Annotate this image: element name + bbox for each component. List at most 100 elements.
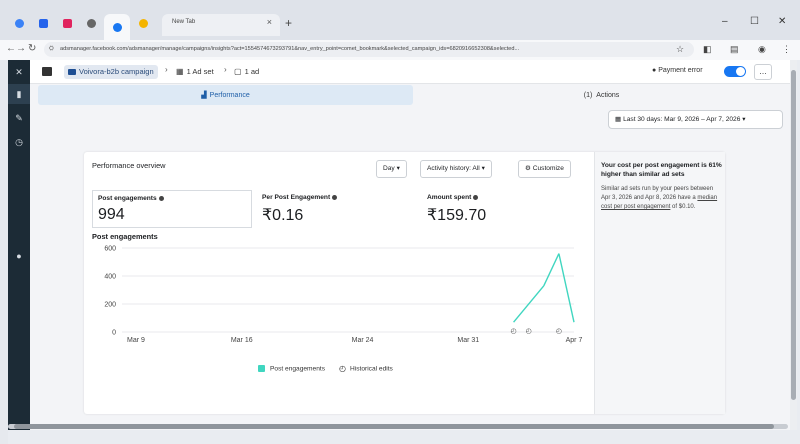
calendar-icon: ▦ — [615, 116, 622, 123]
breadcrumb-adset[interactable]: ▦ 1 Ad set — [176, 65, 214, 79]
payment-status-label: Payment error — [658, 67, 703, 74]
browser-tab[interactable] — [56, 15, 78, 32]
adset-label: 1 Ad set — [186, 67, 214, 76]
ads-manager-main: Voivora-b2b campaign › ▦ 1 Ad set › ▢ 1 … — [30, 60, 790, 430]
payment-status[interactable]: ● Payment error — [652, 67, 703, 74]
adset-grid-icon: ▦ — [176, 67, 184, 76]
site-info-icon[interactable]: ⛭ — [49, 42, 54, 57]
historical-edit-icon: ◴ — [339, 364, 346, 373]
chart-icon[interactable]: ▮ — [8, 84, 30, 104]
legend-item-historical[interactable]: ◴ Historical edits — [339, 364, 393, 373]
globe-icon — [14, 19, 24, 28]
maximize-icon[interactable]: ☐ — [750, 16, 759, 27]
star-icon[interactable]: ☆ — [676, 44, 684, 55]
scroll-thumb[interactable] — [791, 70, 796, 400]
date-range-label: Last 30 days: Mar 9, 2026 – Apr 7, 2026 — [623, 116, 741, 123]
historical-edit-marker: ◴ — [511, 328, 517, 335]
edit-icon[interactable]: ✎ — [8, 108, 30, 128]
date-range-picker[interactable]: ▦ Last 30 days: Mar 9, 2026 – Apr 7, 202… — [608, 110, 783, 129]
settings-icon — [86, 19, 96, 28]
view-tabs: ▟ Performance (1) Actions — [38, 85, 790, 105]
close-window-icon[interactable]: ✕ — [778, 16, 786, 27]
calendar-icon — [38, 19, 48, 28]
benchmark-panel: Your cost per post engagement is 61% hig… — [594, 152, 725, 414]
close-tab-icon[interactable]: × — [267, 17, 272, 27]
sidepanel-icon[interactable]: ▤ — [730, 44, 739, 55]
tab-performance[interactable]: ▟ Performance — [38, 85, 413, 105]
breadcrumb-ad[interactable]: ▢ 1 ad — [234, 65, 259, 79]
metric-per-post-engagement[interactable]: Per Post Engagement ₹0.16 — [257, 190, 417, 228]
url-field[interactable]: ⛭ adsmanager.facebook.com/adsmanager/man… — [44, 42, 694, 57]
browser-tab-new[interactable]: New Tab × — [162, 14, 280, 36]
info-icon — [158, 195, 164, 201]
extensions-icon[interactable]: ◧ — [703, 44, 712, 55]
x-tick-label: Mar 16 — [231, 337, 253, 344]
horizontal-scrollbar[interactable] — [8, 424, 788, 429]
forward-icon[interactable]: → — [16, 43, 26, 54]
browser-tab[interactable] — [132, 15, 154, 32]
minimize-icon[interactable]: – — [722, 16, 728, 27]
post-engagements-chart: 0 200 400 600 Mar 9 Mar 16 Mar 24 Mar 31 Apr 7 ◴ ◴… — [104, 246, 583, 345]
info-icon — [332, 194, 338, 200]
series-swatch — [258, 364, 265, 372]
ad-icon: ▢ — [234, 67, 242, 76]
y-tick-label: 600 — [104, 246, 116, 253]
tab-performance-label: Performance — [209, 91, 250, 99]
youtube-icon — [62, 19, 72, 28]
more-options-button[interactable]: … — [754, 64, 772, 80]
os-strip — [0, 60, 8, 444]
close-icon[interactable]: ✕ — [8, 62, 30, 82]
vertical-scrollbar[interactable] — [790, 60, 797, 430]
chevron-right-icon: › — [224, 65, 227, 74]
google-icon — [138, 19, 148, 28]
series-line-segment — [543, 253, 560, 287]
ad-label: 1 ad — [244, 67, 260, 76]
browser-tab[interactable] — [32, 15, 54, 32]
toggle-knob — [736, 67, 745, 76]
campaign-toggle[interactable] — [724, 66, 746, 77]
browser-tab-active[interactable] — [104, 14, 130, 40]
menu-icon[interactable]: ⋮ — [782, 44, 791, 55]
activity-history-dropdown[interactable]: Activity history: All ▾ — [420, 160, 492, 178]
customize-label: Customize — [532, 165, 564, 172]
help-icon[interactable]: ● — [8, 246, 30, 266]
warning-icon: ● — [652, 67, 657, 74]
benchmark-body: Similar ad sets run by your peers betwee… — [601, 185, 721, 212]
x-tick-label: Apr 7 — [566, 337, 583, 344]
chart-title: Post engagements — [92, 232, 158, 241]
x-tick-label: Mar 31 — [457, 337, 479, 344]
meta-icon — [112, 22, 122, 32]
metric-label: Post engagements — [98, 195, 164, 202]
new-tab-button[interactable]: + — [285, 16, 292, 30]
tab-actions[interactable]: (1) Actions — [413, 85, 790, 105]
scroll-thumb[interactable] — [14, 424, 774, 429]
card-title: Performance overview — [92, 161, 166, 170]
campaign-name: Voivora-b2b campaign — [79, 67, 154, 76]
x-tick-label: Mar 9 — [127, 337, 145, 344]
app-header: Voivora-b2b campaign › ▦ 1 Ad set › ▢ 1 … — [30, 60, 790, 84]
benchmark-headline: Your cost per post engagement is 61% hig… — [601, 162, 722, 178]
chevron-down-icon: ▾ — [742, 116, 746, 123]
url-text: adsmanager.facebook.com/adsmanager/manag… — [60, 46, 520, 52]
series-line-segment — [558, 253, 575, 323]
period-dropdown[interactable]: Day ▾ — [376, 160, 407, 178]
history-icon[interactable]: ◷ — [8, 132, 30, 152]
back-icon[interactable]: ← — [6, 43, 16, 54]
metric-label: Amount spent — [427, 194, 479, 201]
customize-button[interactable]: ⚙ Customize — [518, 160, 571, 178]
breadcrumb-campaign[interactable]: Voivora-b2b campaign — [64, 65, 158, 79]
legend-series-label: Post engagements — [270, 365, 325, 373]
browser-tab[interactable] — [8, 15, 30, 32]
metric-amount-spent[interactable]: Amount spent ₹159.70 — [422, 190, 582, 228]
chart-legend: Post engagements ◴ Historical edits — [258, 364, 393, 373]
y-tick-label: 400 — [104, 274, 116, 281]
info-icon — [473, 194, 479, 200]
metric-value: 994 — [98, 206, 125, 223]
profile-icon[interactable]: ◉ — [758, 44, 766, 55]
legend-item-series[interactable]: Post engagements — [258, 364, 325, 373]
metric-post-engagements[interactable]: Post engagements 994 — [92, 190, 252, 228]
reload-icon[interactable]: ↻ — [28, 43, 36, 54]
browser-tab-bar: New Tab × + – ☐ ✕ — [0, 0, 800, 40]
panel-toggle-icon[interactable] — [42, 67, 52, 76]
browser-tab[interactable] — [80, 15, 102, 32]
